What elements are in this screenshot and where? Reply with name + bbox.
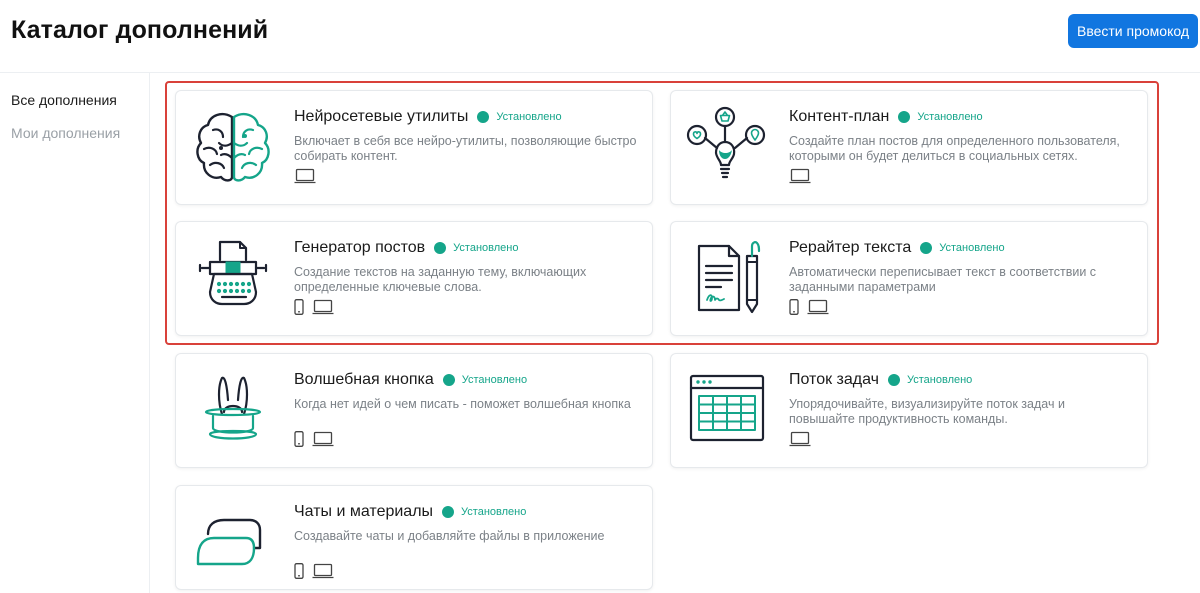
card-title: Чаты и материалы <box>294 503 434 520</box>
status-badge: Установлено <box>917 111 983 123</box>
card-title: Волшебная кнопка <box>294 371 434 388</box>
sidebar-item-my-addons[interactable]: Мои дополнения <box>11 125 120 141</box>
chat-bubbles-icon <box>188 498 278 588</box>
card-description: Создание текстов на заданную тему, включ… <box>294 265 587 294</box>
device-icons <box>294 431 334 452</box>
laptop-icon <box>807 299 829 320</box>
device-icons <box>789 168 811 189</box>
card-description: Создайте план постов для определенного п… <box>789 134 1120 163</box>
page-title: Каталог дополнений <box>11 16 269 44</box>
card-title: Нейросетевые утилиты <box>294 108 469 125</box>
laptop-icon <box>312 431 334 452</box>
brain-icon <box>188 103 278 193</box>
status-badge: Установлено <box>907 374 973 386</box>
status-badge: Установлено <box>496 111 562 123</box>
header-divider <box>0 72 1200 73</box>
content-plan-icon <box>683 103 773 193</box>
laptop-icon <box>312 563 334 584</box>
magic-hat-icon <box>188 366 278 456</box>
addon-card-neural-utilities[interactable]: Нейросетевые утилиты Установлено Включае… <box>175 90 653 205</box>
card-description: Включает в себя все нейро-утилиты, позво… <box>294 134 637 163</box>
installed-status-dot <box>442 506 455 518</box>
document-pen-icon <box>683 234 773 324</box>
task-table-icon <box>683 366 773 456</box>
card-title: Генератор постов <box>294 239 426 256</box>
enter-promo-code-button[interactable]: Ввести промокод <box>1068 14 1198 48</box>
sidebar-item-all-addons[interactable]: Все дополнения <box>11 92 117 108</box>
card-description: Упорядочивайте, визуализируйте поток зад… <box>789 397 1065 426</box>
addon-card-magic-button[interactable]: Волшебная кнопка Установлено Когда нет и… <box>175 353 653 468</box>
mobile-icon <box>294 563 304 584</box>
installed-status-dot <box>477 111 490 123</box>
mobile-icon <box>294 299 304 320</box>
installed-status-dot <box>434 242 447 254</box>
addon-card-task-flow[interactable]: Поток задач Установлено Упорядочивайте, … <box>670 353 1148 468</box>
installed-status-dot <box>888 374 900 386</box>
card-description: Когда нет идей о чем писать - поможет во… <box>294 397 631 411</box>
sidebar-divider <box>149 73 150 593</box>
device-icons <box>294 563 334 584</box>
status-badge: Установлено <box>939 242 1005 254</box>
laptop-icon <box>789 168 811 189</box>
addon-card-post-generator[interactable]: Генератор постов Установлено Создание те… <box>175 221 653 336</box>
laptop-icon <box>294 168 316 189</box>
card-title: Контент-план <box>789 108 890 125</box>
status-badge: Установлено <box>453 242 519 254</box>
installed-status-dot <box>442 374 455 386</box>
installed-status-dot <box>898 111 911 123</box>
addon-card-content-plan[interactable]: Контент-план Установлено Создайте план п… <box>670 90 1148 205</box>
laptop-icon <box>789 431 811 452</box>
mobile-icon <box>294 431 304 452</box>
status-badge: Установлено <box>461 374 528 386</box>
typewriter-icon <box>188 234 278 324</box>
card-title: Поток задач <box>789 371 879 388</box>
device-icons <box>789 299 829 320</box>
mobile-icon <box>789 299 799 320</box>
device-icons <box>294 299 334 320</box>
installed-status-dot <box>920 242 933 254</box>
device-icons <box>789 431 811 452</box>
addon-card-chats-materials[interactable]: Чаты и материалы Установлено Создавайте … <box>175 485 653 590</box>
device-icons <box>294 168 316 189</box>
card-description: Создавайте чаты и добавляйте файлы в при… <box>294 529 605 543</box>
addon-card-text-rewriter[interactable]: Рерайтер текста Установлено Автоматическ… <box>670 221 1148 336</box>
status-badge: Установлено <box>461 506 527 518</box>
laptop-icon <box>312 299 334 320</box>
card-description: Автоматически переписывает текст в соотв… <box>789 265 1097 294</box>
card-title: Рерайтер текста <box>789 239 912 256</box>
